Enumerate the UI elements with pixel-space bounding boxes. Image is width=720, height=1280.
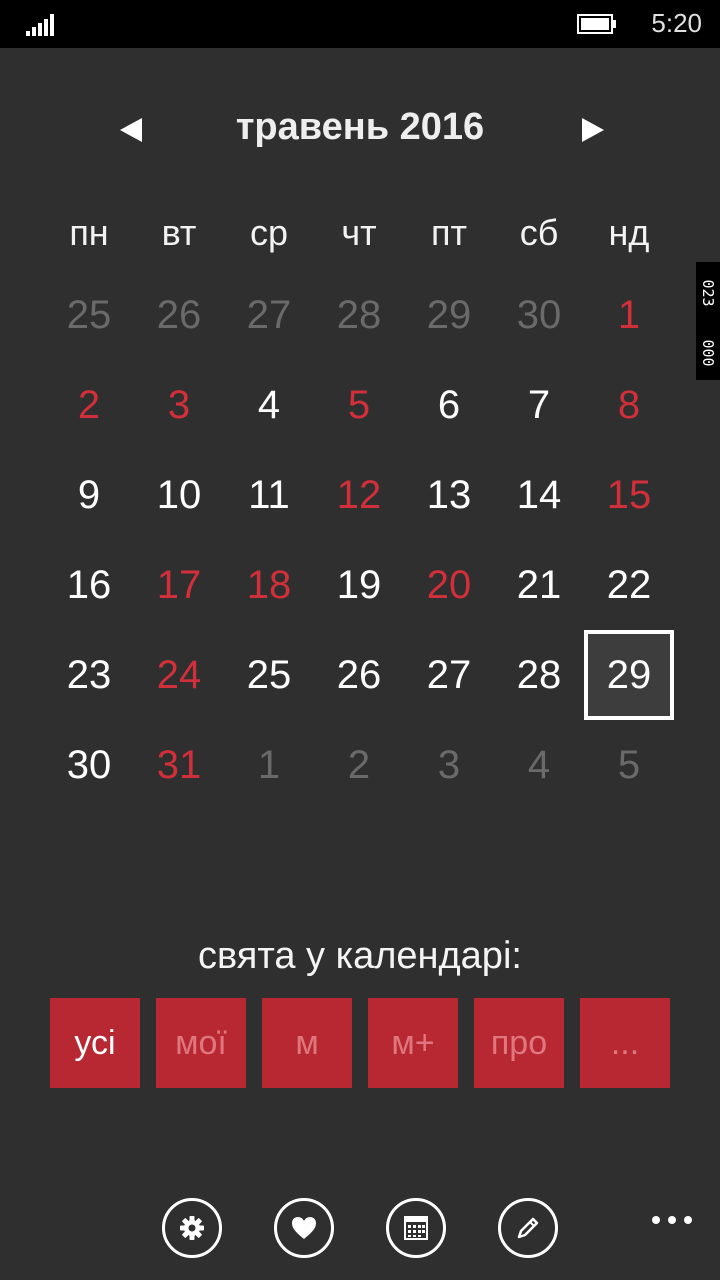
calendar-day[interactable]: 25 bbox=[224, 630, 314, 720]
calendar-day[interactable]: 22 bbox=[584, 540, 674, 630]
calendar-day[interactable]: 1 bbox=[584, 270, 674, 360]
calendar-day[interactable]: 18 bbox=[224, 540, 314, 630]
calendar-day[interactable]: 3 bbox=[134, 360, 224, 450]
calendar-day[interactable]: 31 bbox=[134, 720, 224, 810]
calendar-day[interactable]: 12 bbox=[314, 450, 404, 540]
calendar-day-today[interactable]: 29 bbox=[584, 630, 674, 720]
calendar-day[interactable]: 5 bbox=[314, 360, 404, 450]
calendar-day[interactable]: 30 bbox=[494, 270, 584, 360]
side-counter: 023 000 bbox=[696, 262, 720, 380]
calendar-day[interactable]: 13 bbox=[404, 450, 494, 540]
calendar-day[interactable]: 6 bbox=[404, 360, 494, 450]
filter-mine-button[interactable]: мої bbox=[156, 998, 246, 1088]
holiday-filter-bar: усі мої м м+ про ... bbox=[50, 998, 680, 1088]
calendar-day[interactable]: 1 bbox=[224, 720, 314, 810]
calendar-day[interactable]: 23 bbox=[44, 630, 134, 720]
calendar-day[interactable]: 4 bbox=[224, 360, 314, 450]
calendar-day[interactable]: 14 bbox=[494, 450, 584, 540]
side-counter-top: 023 bbox=[699, 279, 717, 307]
calendar-day[interactable]: 27 bbox=[404, 630, 494, 720]
edit-button[interactable] bbox=[498, 1198, 558, 1258]
calendar-day[interactable]: 5 bbox=[584, 720, 674, 810]
side-counter-bottom: 000 bbox=[699, 339, 717, 367]
battery-icon bbox=[577, 14, 616, 34]
filter-m-plus-button[interactable]: м+ bbox=[368, 998, 458, 1088]
status-time: 5:20 bbox=[651, 8, 702, 38]
calendar-button[interactable] bbox=[386, 1198, 446, 1258]
calendar-day[interactable]: 2 bbox=[44, 360, 134, 450]
weekday-label: чт bbox=[341, 212, 377, 253]
calendar-grid: 25 26 27 28 29 30 1 2 3 4 5 6 7 8 9 10 11 12 13 14 15 16 17 18 1… bbox=[0, 270, 720, 810]
settings-icon bbox=[180, 1216, 204, 1240]
calendar-day[interactable]: 4 bbox=[494, 720, 584, 810]
next-month-icon[interactable] bbox=[572, 112, 612, 148]
weekday-label: вт bbox=[161, 212, 197, 253]
favorites-button[interactable] bbox=[274, 1198, 334, 1258]
calendar-day[interactable]: 26 bbox=[134, 270, 224, 360]
calendar-day[interactable]: 8 bbox=[584, 360, 674, 450]
calendar-week-row: 16 17 18 19 20 21 22 bbox=[44, 540, 674, 630]
calendar-week-row: 9 10 11 12 13 14 15 bbox=[44, 450, 674, 540]
calendar-week-row: 25 26 27 28 29 30 1 bbox=[44, 270, 674, 360]
calendar-day[interactable]: 28 bbox=[314, 270, 404, 360]
filter-m-button[interactable]: м bbox=[262, 998, 352, 1088]
previous-month-icon[interactable] bbox=[112, 112, 152, 148]
calendar-day[interactable]: 26 bbox=[314, 630, 404, 720]
calendar-day[interactable]: 19 bbox=[314, 540, 404, 630]
month-header: травень 2016 bbox=[0, 100, 720, 160]
status-bar: 5:20 bbox=[0, 0, 720, 48]
filter-more-button[interactable]: ... bbox=[580, 998, 670, 1088]
calendar-week-row: 30 31 1 2 3 4 5 bbox=[44, 720, 674, 810]
calendar-day[interactable]: 16 bbox=[44, 540, 134, 630]
calendar-day[interactable]: 9 bbox=[44, 450, 134, 540]
calendar-day[interactable]: 11 bbox=[224, 450, 314, 540]
calendar-day[interactable]: 30 bbox=[44, 720, 134, 810]
more-options-button[interactable] bbox=[650, 1212, 694, 1228]
signal-strength-icon bbox=[26, 14, 54, 36]
calendar-day[interactable]: 25 bbox=[44, 270, 134, 360]
weekday-label: пт bbox=[431, 212, 467, 253]
calendar-day[interactable]: 29 bbox=[404, 270, 494, 360]
calendar-day[interactable]: 21 bbox=[494, 540, 584, 630]
calendar-day[interactable]: 27 bbox=[224, 270, 314, 360]
calendar-day[interactable]: 7 bbox=[494, 360, 584, 450]
holidays-label: свята у календарі: bbox=[198, 935, 522, 977]
edit-icon bbox=[517, 1217, 539, 1239]
calendar-day[interactable]: 17 bbox=[134, 540, 224, 630]
month-title: травень 2016 bbox=[235, 106, 485, 148]
weekday-header: пн вт ср чт пт сб нд bbox=[44, 212, 674, 262]
calendar-day[interactable]: 10 bbox=[134, 450, 224, 540]
app-bar bbox=[0, 1190, 720, 1280]
calendar-day[interactable]: 20 bbox=[404, 540, 494, 630]
weekday-label: нд bbox=[608, 212, 650, 253]
filter-pro-button[interactable]: про bbox=[474, 998, 564, 1088]
filter-all-button[interactable]: усі bbox=[50, 998, 140, 1088]
calendar-day[interactable]: 15 bbox=[584, 450, 674, 540]
calendar-week-row: 2345678 bbox=[44, 360, 674, 450]
calendar-day[interactable]: 28 bbox=[494, 630, 584, 720]
calendar-week-row: 23 24 25 26 27 28 29 bbox=[44, 630, 674, 720]
weekday-label: пн bbox=[69, 212, 109, 253]
weekday-label: сб bbox=[519, 212, 559, 253]
settings-button[interactable] bbox=[162, 1198, 222, 1258]
heart-icon bbox=[292, 1217, 316, 1239]
calendar-day[interactable]: 3 bbox=[404, 720, 494, 810]
calendar-day[interactable]: 2 bbox=[314, 720, 404, 810]
calendar-day[interactable]: 24 bbox=[134, 630, 224, 720]
weekday-label: ср bbox=[249, 212, 289, 253]
calendar-icon bbox=[404, 1216, 428, 1240]
